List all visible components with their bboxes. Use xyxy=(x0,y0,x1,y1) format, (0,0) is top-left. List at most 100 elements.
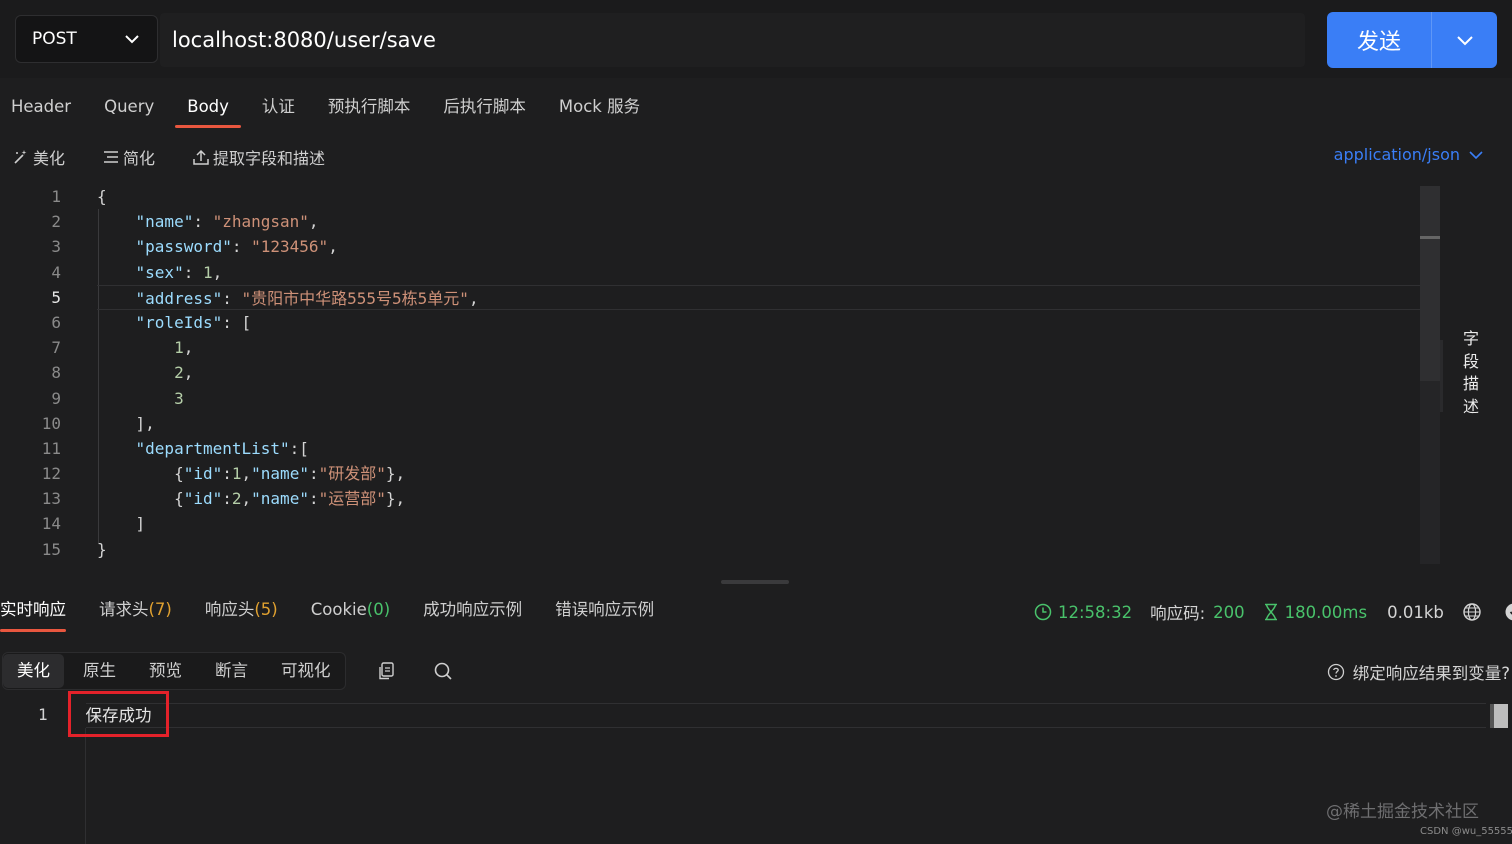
status-code-label: 响应码: xyxy=(1150,604,1206,623)
response-time: 12:58:32 xyxy=(1058,602,1133,622)
request-tabs: Header Query Body 认证 预执行脚本 后执行脚本 Mock 服务 xyxy=(0,84,662,130)
tab-label: 请求头 xyxy=(99,600,149,619)
send-button[interactable]: 发送 xyxy=(1327,12,1497,68)
side-panel-handle[interactable] xyxy=(1440,340,1443,412)
line-number: 2 xyxy=(51,212,61,232)
magic-wand-icon xyxy=(14,150,27,164)
line-number: 4 xyxy=(51,262,61,282)
body-toolbar: 美化 简化 提取字段和描述 application/json xyxy=(0,140,1512,174)
line-number: 9 xyxy=(51,388,61,408)
count-badge: (7) xyxy=(148,600,172,619)
code-line: 2, xyxy=(174,363,194,383)
response-duration: 180.00ms xyxy=(1284,602,1368,622)
response-size: 0.01kb xyxy=(1387,602,1444,622)
tab-auth[interactable]: 认证 xyxy=(262,84,295,130)
line-number: 3 xyxy=(51,237,61,257)
code-lines: { "name": "zhangsan", "password": "12345… xyxy=(97,184,1422,562)
field-description-panel-toggle[interactable]: 字段描述 xyxy=(1460,328,1482,418)
chevron-down-icon xyxy=(125,35,139,44)
line-number: 5 xyxy=(51,287,61,307)
code-line: { xyxy=(97,187,107,206)
method-label: POST xyxy=(32,29,77,49)
code-line: } xyxy=(97,539,107,559)
line-number: 12 xyxy=(41,464,61,484)
tab-error-example[interactable]: 错误响应示例 xyxy=(555,590,654,632)
response-info: 12:58:32 响应码: 200 180.00ms 0.01kb xyxy=(1034,598,1512,626)
tab-label: Cookie xyxy=(310,600,367,619)
clock-icon xyxy=(1034,603,1052,621)
tab-body[interactable]: Body xyxy=(175,84,241,130)
status-code: 200 xyxy=(1213,602,1245,622)
globe-icon[interactable] xyxy=(1462,602,1482,622)
send-dropdown[interactable] xyxy=(1432,30,1497,50)
tab-realtime-response[interactable]: 实时响应 xyxy=(0,590,66,632)
content-type-select[interactable]: application/json xyxy=(1334,145,1484,164)
code-line: {"id":1,"name":"研发部"}, xyxy=(97,464,406,484)
tab-post-script[interactable]: 后执行脚本 xyxy=(443,84,526,130)
count-badge: (5) xyxy=(254,600,278,619)
scrollbar-thumb[interactable] xyxy=(1420,186,1440,381)
code-line: "sex": 1, xyxy=(135,262,223,282)
tab-label: 响应头 xyxy=(204,600,255,619)
pane-splitter[interactable] xyxy=(721,580,789,584)
code-line: "roleIds": [ xyxy=(135,312,252,332)
download-icon[interactable] xyxy=(1504,602,1512,622)
view-visualize[interactable]: 可视化 xyxy=(267,654,345,688)
editor-scrollbar[interactable] xyxy=(1420,186,1440,564)
view-beautify[interactable]: 美化 xyxy=(3,654,64,688)
bind-response-to-variable[interactable]: 绑定响应结果到变量? xyxy=(1327,660,1510,684)
response-current-line xyxy=(86,703,1486,728)
upload-icon xyxy=(193,149,209,165)
tab-request-headers[interactable]: 请求头(7) xyxy=(99,590,172,632)
search-icon[interactable] xyxy=(432,660,454,682)
tab-header[interactable]: Header xyxy=(11,84,71,130)
chevron-down-icon xyxy=(1469,150,1483,159)
line-number: 6 xyxy=(51,312,61,332)
response-text: 保存成功 xyxy=(85,706,152,725)
copy-icon[interactable] xyxy=(376,660,398,682)
tab-query[interactable]: Query xyxy=(104,84,154,130)
line-number: 1 xyxy=(51,187,61,206)
view-assert[interactable]: 断言 xyxy=(201,654,262,688)
response-line-number: 1 xyxy=(38,705,48,724)
tab-success-example[interactable]: 成功响应示例 xyxy=(423,590,522,632)
view-raw[interactable]: 原生 xyxy=(69,654,130,688)
watermark: @稀土掘金技术社区 xyxy=(1326,802,1479,822)
extract-fields-button[interactable]: 提取字段和描述 xyxy=(192,145,325,169)
response-body: 1 保存成功 xyxy=(0,691,1512,844)
response-highlight-box: 保存成功 xyxy=(68,691,169,737)
method-select[interactable]: POST xyxy=(15,15,158,63)
simplify-label: 简化 xyxy=(123,149,156,168)
list-icon xyxy=(104,151,118,163)
watermark-small: CSDN @wu_55555 xyxy=(1420,826,1512,837)
line-number: 8 xyxy=(51,363,61,383)
tab-cookie[interactable]: Cookie(0) xyxy=(311,590,390,632)
line-number: 13 xyxy=(41,489,61,509)
line-number: 14 xyxy=(41,514,61,534)
response-scrollbar[interactable] xyxy=(1490,704,1508,728)
tab-response-headers[interactable]: 响应头(5) xyxy=(205,590,278,632)
bind-label: 绑定响应结果到变量? xyxy=(1352,664,1510,683)
body-editor[interactable]: 1 2 3 4 5 6 7 8 9 10 11 12 13 14 15 { "n… xyxy=(0,184,1440,568)
response-view-switch: 美化 原生 预览 断言 可视化 xyxy=(2,652,346,690)
request-bar: POST localhost:8080/user/save 发送 xyxy=(0,0,1512,78)
simplify-button[interactable]: 简化 xyxy=(102,145,155,169)
scrollbar-marker xyxy=(1420,236,1440,239)
view-preview[interactable]: 预览 xyxy=(135,654,196,688)
code-line: "departmentList":[ xyxy=(135,438,309,458)
line-gutter: 1 2 3 4 5 6 7 8 9 10 11 12 13 14 15 xyxy=(0,184,70,562)
code-line: {"id":2,"name":"运营部"}, xyxy=(97,489,406,509)
code-line: 3 xyxy=(174,388,184,408)
tab-mock[interactable]: Mock 服务 xyxy=(559,84,640,130)
code-line-current: "address": "贵阳市中华路555号5栋5单元", xyxy=(97,284,1422,310)
code-line: "name": "zhangsan", xyxy=(135,212,319,232)
line-number: 10 xyxy=(41,413,61,433)
line-number: 11 xyxy=(41,438,61,458)
count-badge: (0) xyxy=(366,600,391,619)
beautify-button[interactable]: 美化 xyxy=(12,145,65,169)
tab-pre-script[interactable]: 预执行脚本 xyxy=(328,84,411,130)
content-type-label: application/json xyxy=(1333,145,1460,164)
url-input[interactable]: localhost:8080/user/save xyxy=(160,13,1305,67)
send-label: 发送 xyxy=(1356,30,1401,55)
response-tabs: 实时响应 请求头(7) 响应头(5) Cookie(0) 成功响应示例 错误响应… xyxy=(0,590,687,632)
